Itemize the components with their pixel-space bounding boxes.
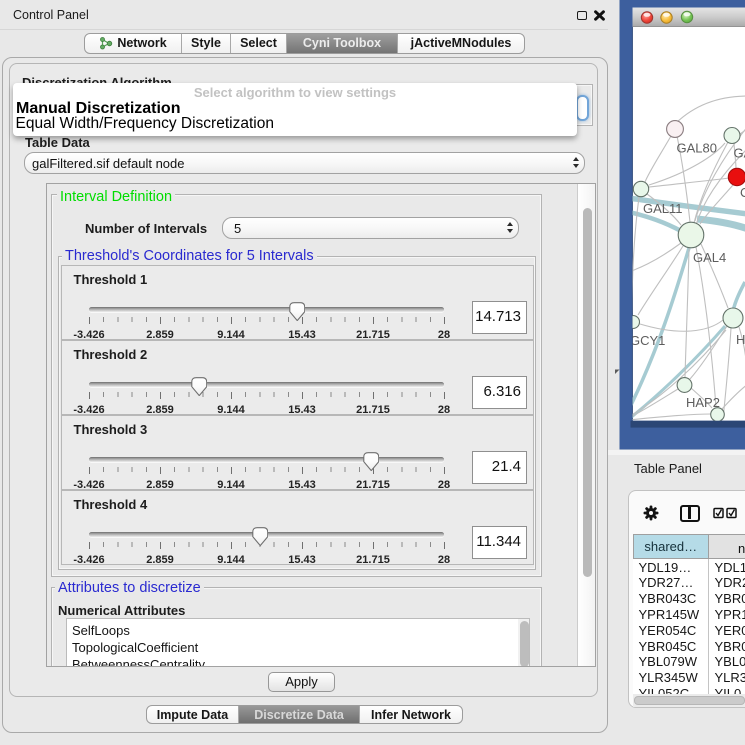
svg-text:GAL4: GAL4 — [693, 250, 726, 265]
svg-text:H: H — [736, 332, 745, 347]
svg-text:GAL80: GAL80 — [677, 141, 717, 156]
svg-text:GA: GA — [734, 146, 745, 161]
svg-text:HAP2: HAP2 — [686, 395, 720, 410]
svg-text:C: C — [740, 185, 745, 200]
svg-text:GCY1: GCY1 — [630, 333, 665, 348]
svg-text:GAL11: GAL11 — [643, 201, 683, 216]
